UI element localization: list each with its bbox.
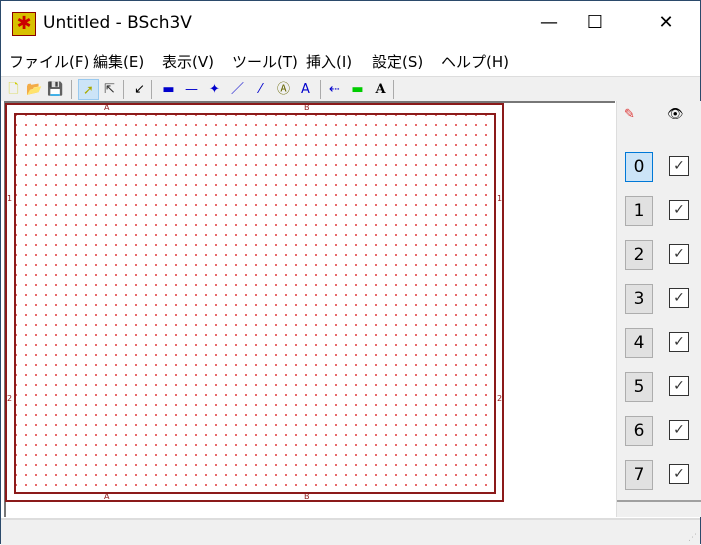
layer-panel: ✎ 👁 0 ✓ 1 ✓ 2 ✓ 3 ✓ 4 ✓ 5 ✓ 6 ✓ 7 ✓: [616, 101, 701, 517]
status-bar: ⋰: [1, 518, 700, 545]
menu-bar: ファイル(F) 編集(E) 表示(V) ツール(T) 挿入(I) 設定(S) ヘ…: [1, 47, 700, 75]
resize-grip-icon[interactable]: ⋰: [688, 533, 697, 543]
col-label-a-bottom: A: [104, 492, 110, 501]
bus-entry-icon[interactable]: ／: [227, 79, 248, 100]
app-icon: ✱: [12, 12, 36, 36]
bus-icon[interactable]: ▬: [158, 79, 179, 100]
layer-3-button[interactable]: 3: [625, 284, 653, 314]
minimize-button[interactable]: —: [526, 1, 572, 47]
row-label-2-right: 2: [497, 394, 503, 403]
layer-2-button[interactable]: 2: [625, 240, 653, 270]
layer-4-button[interactable]: 4: [625, 328, 653, 358]
open-icon[interactable]: 📂: [24, 79, 45, 100]
menu-help[interactable]: ヘルプ(H): [441, 51, 509, 72]
toolbar: 🗋 📂 💾 ➚ ⇱ ↙ ▬ — ✦ ／ ⁄ Ⓐ A ⇠ ▬ A: [1, 76, 700, 101]
layer-7-visible-checkbox[interactable]: ✓: [669, 464, 689, 484]
layer-5-button[interactable]: 5: [625, 372, 653, 402]
layer-1-visible-checkbox[interactable]: ✓: [669, 200, 689, 220]
wire-entry-icon[interactable]: ⁄: [250, 79, 271, 100]
toolbar-separator: [151, 80, 152, 99]
pencil-icon: ✎: [624, 107, 635, 122]
layer-5-visible-checkbox[interactable]: ✓: [669, 376, 689, 396]
layer-4-visible-checkbox[interactable]: ✓: [669, 332, 689, 352]
row-label-1: 1: [7, 194, 13, 203]
layer-3-visible-checkbox[interactable]: ✓: [669, 288, 689, 308]
junction-icon[interactable]: ✦: [204, 79, 225, 100]
row-label-1-right: 1: [497, 194, 503, 203]
text-icon[interactable]: A: [370, 79, 391, 100]
col-label-a: A: [104, 103, 110, 112]
layer-2-visible-checkbox[interactable]: ✓: [669, 244, 689, 264]
layer-7-button[interactable]: 7: [625, 460, 653, 490]
toolbar-separator: [123, 80, 124, 99]
marker-line-icon[interactable]: ⇠: [324, 79, 345, 100]
menu-view[interactable]: 表示(V): [162, 51, 214, 72]
menu-file[interactable]: ファイル(F): [9, 51, 89, 72]
panel-divider: [617, 500, 701, 502]
sheet-grid[interactable]: [14, 113, 496, 494]
col-label-b-bottom: B: [304, 492, 310, 501]
menu-edit[interactable]: 編集(E): [93, 51, 144, 72]
select-arrow-icon[interactable]: ➚: [78, 79, 99, 100]
eye-icon: 👁: [667, 107, 684, 122]
layer-6-visible-checkbox[interactable]: ✓: [669, 420, 689, 440]
col-label-b: B: [304, 103, 310, 112]
image-icon[interactable]: ▬: [347, 79, 368, 100]
tag-icon[interactable]: ↙: [129, 79, 150, 100]
row-label-2: 2: [7, 394, 13, 403]
save-icon[interactable]: 💾: [45, 79, 66, 100]
menu-insert[interactable]: 挿入(I): [306, 51, 352, 72]
maximize-button[interactable]: ☐: [572, 1, 618, 47]
toolbar-separator: [71, 80, 72, 99]
layer-6-button[interactable]: 6: [625, 416, 653, 446]
label-icon[interactable]: Ⓐ: [273, 79, 294, 100]
title-bar: ✱ Untitled - BSch3V — ☐ ✕: [1, 1, 700, 47]
wire-icon[interactable]: —: [181, 79, 202, 100]
toolbar-separator: [393, 80, 394, 99]
layer-0-button[interactable]: 0: [625, 152, 653, 182]
layer-0-visible-checkbox[interactable]: ✓: [669, 156, 689, 176]
layer-1-button[interactable]: 1: [625, 196, 653, 226]
drag-component-icon[interactable]: ⇱: [99, 79, 120, 100]
window-title: Untitled - BSch3V: [43, 13, 192, 33]
menu-tools[interactable]: ツール(T): [232, 51, 298, 72]
close-button[interactable]: ✕: [643, 1, 689, 47]
toolbar-separator: [320, 80, 321, 99]
comment-icon[interactable]: A: [295, 79, 316, 100]
new-icon[interactable]: 🗋: [3, 79, 24, 100]
menu-settings[interactable]: 設定(S): [372, 51, 423, 72]
